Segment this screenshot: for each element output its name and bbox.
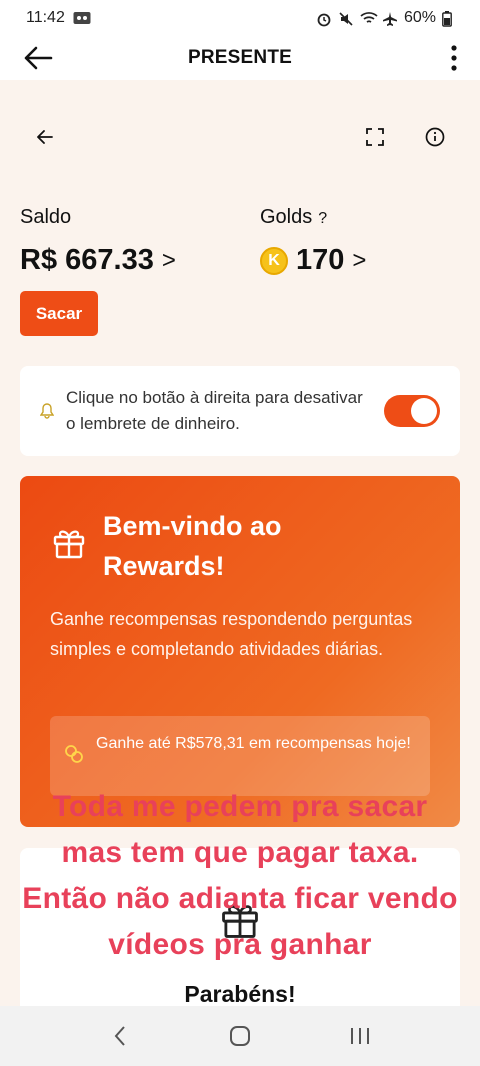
inner-toolbar [0, 120, 480, 154]
nav-home-button[interactable] [220, 1016, 260, 1056]
welcome-description: Ganhe recompensas respondendo perguntas … [50, 609, 413, 659]
overlay-caption: Toda me pedem pra sacar mas tem que paga… [22, 790, 458, 961]
back-button[interactable] [20, 40, 56, 76]
wifi-icon [360, 11, 378, 25]
golds-value-link[interactable]: K 170 > [260, 244, 366, 277]
chevron-right-icon: > [161, 246, 176, 274]
inner-back-button[interactable] [28, 120, 62, 154]
alarm-icon [316, 11, 332, 27]
bell-icon [40, 403, 56, 419]
home-icon [230, 1026, 250, 1046]
airplane-icon [382, 11, 398, 26]
info-button[interactable] [418, 120, 452, 154]
recents-icon [351, 1028, 369, 1044]
mute-icon [338, 11, 354, 26]
fullscreen-icon [366, 128, 384, 146]
balance-value-link[interactable]: R$ 667.33 > [20, 244, 176, 277]
golds-label: Golds [260, 206, 313, 228]
system-nav-bar [0, 1006, 480, 1066]
kebab-menu-icon [451, 45, 457, 71]
webview-content: Saldo R$ 667.33 > Golds? K 170 > Sacar C… [0, 80, 480, 1006]
welcome-card: Bem-vindo ao Rewards! Ganhe recompensas … [20, 476, 460, 827]
balance-value: R$ 667.33 [20, 244, 154, 276]
golds-label-row: Golds? [260, 206, 327, 229]
gold-coin-icon: K [260, 246, 288, 275]
arrow-left-icon [24, 46, 53, 70]
page-title: PRESENTE [187, 47, 292, 68]
balance-label: Saldo [20, 206, 72, 228]
arrow-left-icon [37, 130, 53, 144]
nav-recents-button[interactable] [340, 1016, 380, 1056]
chevron-left-icon [114, 1026, 125, 1046]
chevron-right-icon: > [352, 246, 367, 274]
help-icon[interactable]: ? [318, 210, 327, 227]
offer-text: Ganhe até R$578,31 em recompensas hoje! [96, 735, 411, 752]
reminder-toggle[interactable] [384, 395, 440, 427]
reminder-text: Clique no botão à direita para desativar… [66, 388, 363, 433]
app-bar: PRESENTE [0, 36, 480, 80]
battery-percent: 60% [403, 9, 436, 26]
welcome-title: Bem-vindo ao Rewards! [103, 511, 282, 581]
info-icon [425, 127, 445, 147]
status-time: 11:42 [26, 9, 65, 26]
fullscreen-button[interactable] [358, 120, 392, 154]
nav-back-button[interactable] [100, 1016, 140, 1056]
more-options-button[interactable] [442, 40, 466, 76]
gift-icon [52, 526, 86, 565]
reminder-card: Clique no botão à direita para desativar… [20, 366, 460, 456]
golds-value: 170 [296, 244, 345, 276]
battery-icon [442, 11, 458, 27]
coins-icon [64, 744, 86, 764]
congrats-title: Parabéns! [184, 981, 296, 1006]
toggle-knob [411, 398, 437, 424]
voicemail-icon [73, 11, 91, 25]
withdraw-button[interactable]: Sacar [20, 291, 98, 336]
status-bar: 11:42 60% [0, 0, 480, 36]
